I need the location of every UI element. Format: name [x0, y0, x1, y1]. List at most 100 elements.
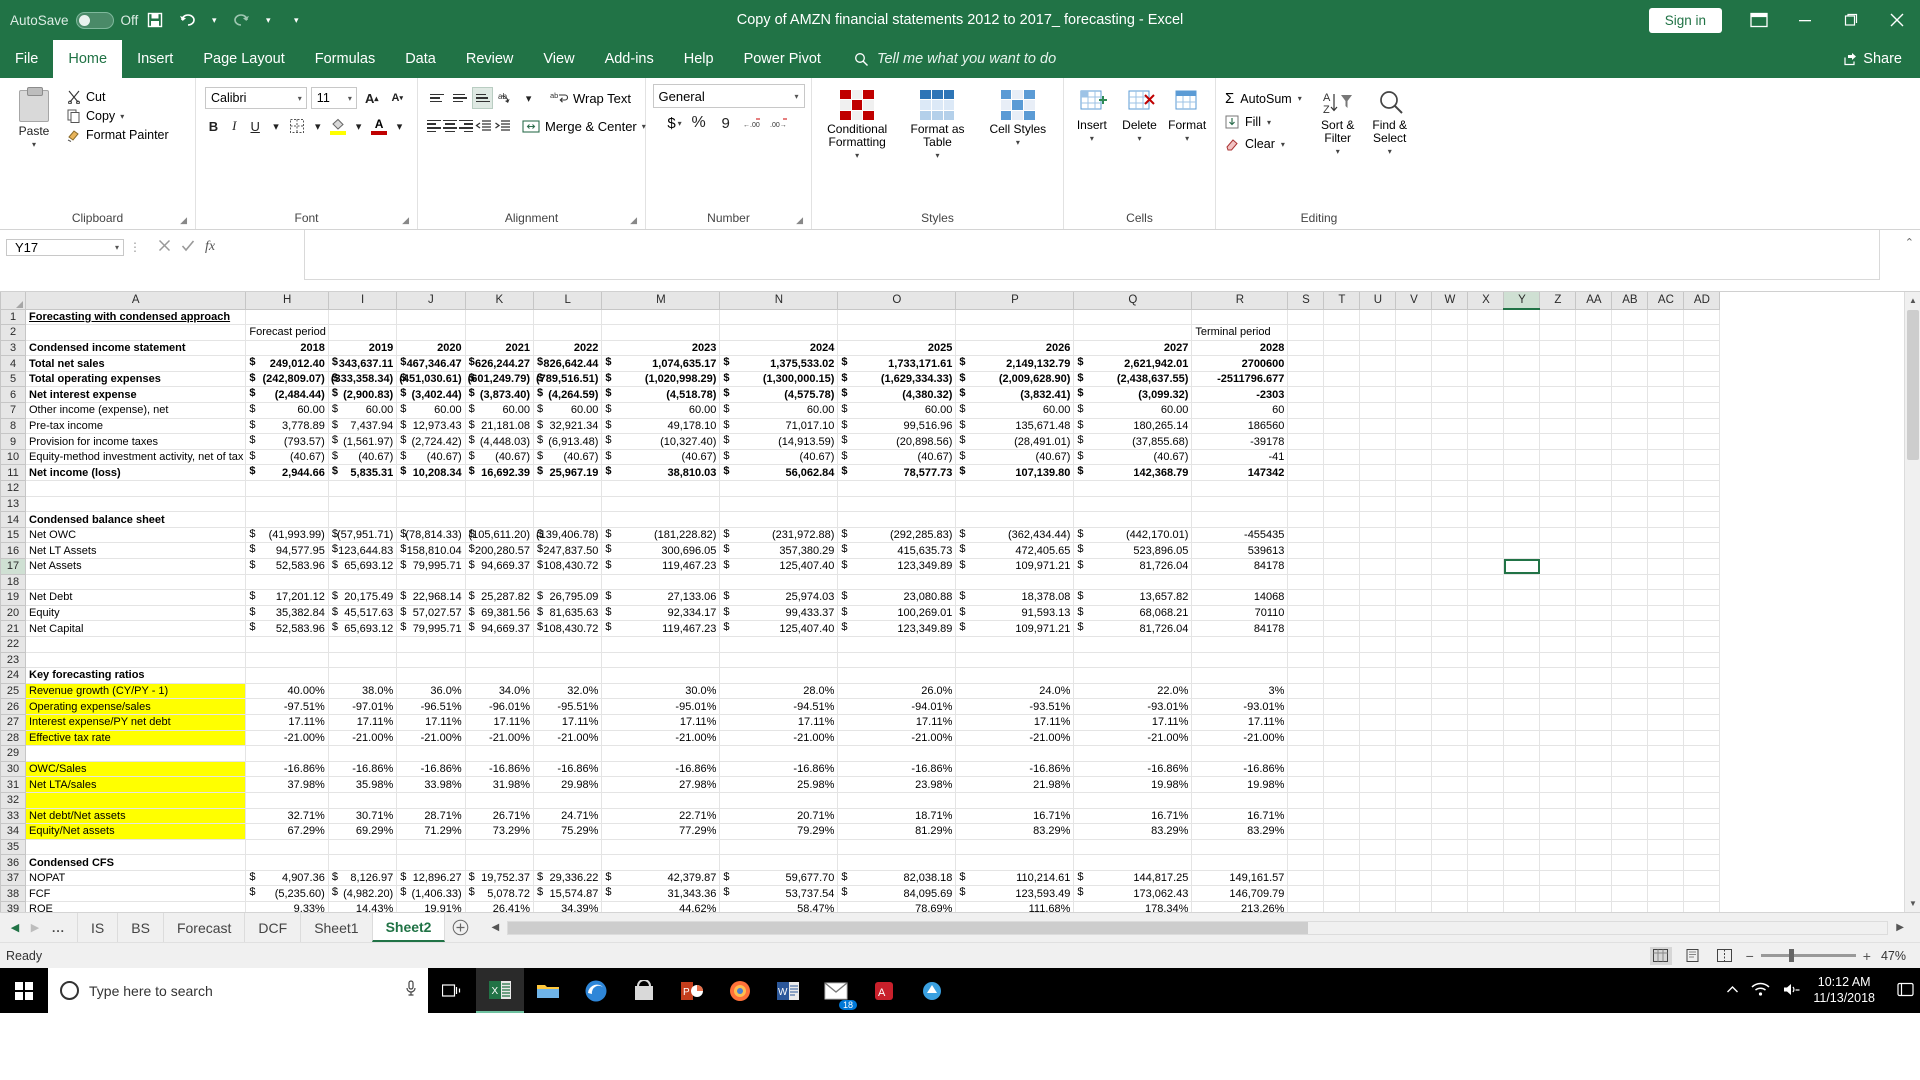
- cell-u5[interactable]: [1359, 371, 1397, 388]
- cell-ab29[interactable]: [1611, 745, 1649, 762]
- cell-l7[interactable]: $60.00: [533, 402, 603, 419]
- redo-dropdown-icon[interactable]: ▾: [258, 5, 278, 35]
- store-taskbar-icon[interactable]: [620, 968, 668, 1013]
- cell-n7[interactable]: $60.00: [719, 402, 839, 419]
- cell-x15[interactable]: [1467, 527, 1505, 544]
- cell-y37[interactable]: [1503, 870, 1541, 887]
- cell-u13[interactable]: [1359, 496, 1397, 513]
- cell-y39[interactable]: [1503, 901, 1541, 912]
- cell-w11[interactable]: [1431, 464, 1469, 482]
- cell-n21[interactable]: $125,407.40: [719, 620, 839, 637]
- sheet-tab-sheet2[interactable]: Sheet2: [371, 913, 446, 942]
- cell-q17[interactable]: $81,726.04: [1073, 558, 1193, 575]
- cell-ab17[interactable]: [1611, 558, 1649, 575]
- chevron-down-icon[interactable]: ▾: [120, 112, 124, 121]
- select-all-corner[interactable]: [0, 292, 26, 310]
- cell-ab30[interactable]: [1611, 761, 1649, 778]
- cell-h12[interactable]: [245, 480, 329, 497]
- cell-o15[interactable]: $ (292,285.83): [837, 527, 957, 544]
- close-icon[interactable]: [1874, 0, 1920, 40]
- cell-n14[interactable]: [719, 511, 839, 528]
- cell-ab2[interactable]: [1611, 324, 1649, 341]
- cell-ab23[interactable]: [1611, 652, 1649, 669]
- table-row[interactable]: 22: [0, 635, 1721, 653]
- cell-ab25[interactable]: [1611, 683, 1649, 700]
- table-row[interactable]: 15 Net OWC $ (41,993.99) $ (57,951.71) $ (78,81…: [0, 526, 1721, 544]
- cell-u30[interactable]: [1359, 761, 1397, 778]
- cell-i21[interactable]: $65,693.12: [328, 620, 398, 637]
- cell-j27[interactable]: 17.11%: [396, 714, 466, 731]
- cell-ab35[interactable]: [1611, 839, 1649, 856]
- cell-u29[interactable]: [1359, 745, 1397, 762]
- cell-j33[interactable]: 28.71%: [396, 808, 466, 825]
- cell-z17[interactable]: [1539, 558, 1577, 575]
- column-header-s[interactable]: S: [1287, 292, 1325, 310]
- cell-i34[interactable]: 69.29%: [328, 823, 398, 840]
- table-row[interactable]: 16 Net LT Assets $94,577.95 $123,644.83 $158…: [0, 542, 1721, 559]
- cell-l34[interactable]: 75.29%: [533, 823, 603, 840]
- table-row[interactable]: 25 Revenue growth (CY/PY - 1) 40.00% 38.0% 3…: [0, 682, 1721, 700]
- cell-n23[interactable]: [719, 652, 839, 669]
- taskbar-clock[interactable]: 10:12 AM 11/13/2018: [1813, 975, 1885, 1006]
- cell-ad30[interactable]: [1683, 761, 1721, 778]
- cell-j39[interactable]: 19.91%: [396, 901, 466, 912]
- row-header-21[interactable]: 21: [0, 620, 26, 637]
- cell-m31[interactable]: 27.98%: [601, 776, 721, 793]
- cell-v2[interactable]: [1395, 324, 1433, 341]
- comma-style-button[interactable]: 9: [714, 112, 738, 134]
- cell-x14[interactable]: [1467, 511, 1505, 528]
- powerpoint-taskbar-icon[interactable]: P: [668, 968, 716, 1013]
- cell-i5[interactable]: $ (333,358.34): [328, 371, 398, 388]
- cell-r15[interactable]: -455435: [1191, 527, 1289, 544]
- cell-s8[interactable]: [1287, 418, 1325, 435]
- cell-i1[interactable]: [328, 309, 398, 326]
- cell-j8[interactable]: $12,973.43: [396, 418, 466, 435]
- cell-ab8[interactable]: [1611, 418, 1649, 435]
- cell-i24[interactable]: [328, 667, 398, 684]
- table-row[interactable]: 14 Condensed balance sheet: [0, 511, 1721, 528]
- align-center-button[interactable]: [443, 115, 457, 137]
- alignment-dialog-launcher[interactable]: ◢: [630, 215, 637, 226]
- cell-ad5[interactable]: [1683, 371, 1721, 388]
- cell-y1[interactable]: [1503, 309, 1541, 326]
- cell-h25[interactable]: 40.00%: [245, 683, 329, 700]
- cell-a34[interactable]: Equity/Net assets: [25, 823, 247, 840]
- cell-ab36[interactable]: [1611, 854, 1649, 871]
- insert-function-icon[interactable]: fx: [205, 239, 215, 255]
- table-row[interactable]: 3 Condensed income statement 2018 2019 2020 2…: [0, 339, 1721, 357]
- zoom-knob[interactable]: [1788, 949, 1794, 962]
- cell-a10[interactable]: Equity-method investment activity, net o…: [25, 449, 247, 466]
- cell-y23[interactable]: [1503, 652, 1541, 669]
- cell-a2[interactable]: [25, 324, 247, 341]
- cell-i19[interactable]: $20,175.49: [328, 589, 398, 606]
- cell-q18[interactable]: [1073, 574, 1193, 591]
- cell-a4[interactable]: Total net sales: [25, 355, 247, 372]
- table-row[interactable]: 28 Effective tax rate -21.00% -21.00% -21.00…: [0, 729, 1721, 747]
- column-header-t[interactable]: T: [1323, 292, 1361, 310]
- cell-s31[interactable]: [1287, 776, 1325, 793]
- cell-h3[interactable]: 2018: [245, 340, 329, 357]
- cell-ab14[interactable]: [1611, 511, 1649, 528]
- cell-l28[interactable]: -21.00%: [533, 730, 603, 747]
- cell-l33[interactable]: 24.71%: [533, 808, 603, 825]
- cell-ac20[interactable]: [1647, 605, 1685, 622]
- cell-n28[interactable]: -21.00%: [719, 730, 839, 747]
- cell-u34[interactable]: [1359, 823, 1397, 840]
- cell-m15[interactable]: $ (181,228.82): [601, 527, 721, 544]
- cell-j31[interactable]: 33.98%: [396, 776, 466, 793]
- cell-n20[interactable]: $99,433.37: [719, 605, 839, 622]
- cell-t18[interactable]: [1323, 574, 1361, 591]
- cell-t24[interactable]: [1323, 667, 1361, 684]
- cell-p9[interactable]: $ (28,491.01): [955, 433, 1075, 450]
- table-row[interactable]: 20 Equity $35,382.84 $45,517.63 $57,027.57 $6…: [0, 604, 1721, 622]
- sort-filter-button[interactable]: AZ Sort & Filter ▾: [1312, 88, 1364, 209]
- cell-p21[interactable]: $109,971.21: [955, 620, 1075, 637]
- cell-j12[interactable]: [396, 480, 466, 497]
- cell-t8[interactable]: [1323, 418, 1361, 435]
- decrease-font-size-button[interactable]: A ▾: [386, 87, 408, 109]
- column-header-aa[interactable]: AA: [1575, 292, 1613, 310]
- add-sheet-button[interactable]: [445, 913, 475, 942]
- cell-o29[interactable]: [837, 745, 957, 762]
- cell-j35[interactable]: [396, 839, 466, 856]
- increase-decimal-button[interactable]: ←.00: [741, 112, 765, 134]
